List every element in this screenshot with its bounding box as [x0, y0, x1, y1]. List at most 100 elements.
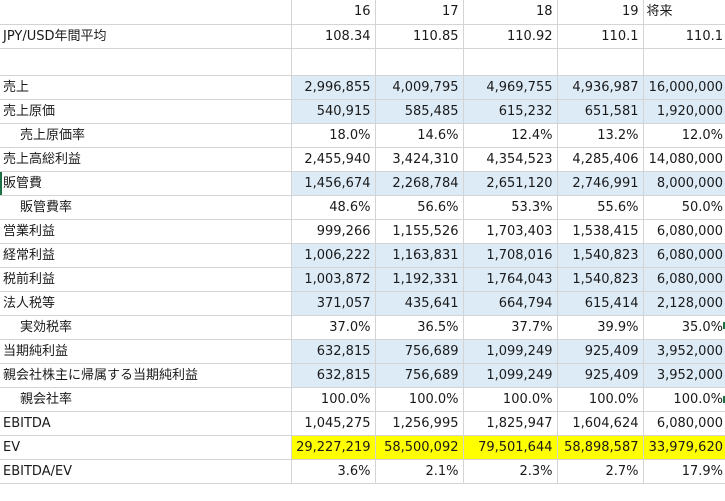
row-label[interactable]: 実効税率 [0, 315, 292, 340]
cell-18[interactable]: 4,354,523 [463, 147, 558, 172]
cell-18[interactable]: 37.7% [463, 315, 558, 340]
cell-future[interactable]: 3,952,000 [643, 339, 725, 364]
cell-future[interactable]: 8,000,000 [643, 171, 725, 196]
cell-17[interactable]: 56.6% [375, 195, 464, 220]
cell-17[interactable]: 2.1% [375, 459, 464, 484]
cell-18[interactable]: 2,651,120 [463, 171, 558, 196]
cell-future[interactable]: 6,080,000 [643, 267, 725, 292]
cell-19[interactable]: 55.6% [557, 195, 644, 220]
cell-16[interactable]: 18.0% [291, 123, 376, 148]
cell-18[interactable]: 1,825,947 [463, 411, 558, 436]
cell-17[interactable]: 585,485 [375, 99, 464, 124]
cell-18[interactable]: 4,969,755 [463, 75, 558, 100]
cell-19[interactable]: 4,285,406 [557, 147, 644, 172]
cell-18[interactable]: 615,232 [463, 99, 558, 124]
cell-future[interactable]: 16,000,000 [643, 75, 725, 100]
row-label[interactable]: 販管費 [0, 171, 292, 196]
cell-18[interactable]: 1,703,403 [463, 219, 558, 244]
cell-16[interactable]: 999,266 [291, 219, 376, 244]
cell-17[interactable] [375, 48, 464, 76]
row-label[interactable]: 販管費率 [0, 195, 292, 220]
cell-19[interactable]: 1,540,823 [557, 243, 644, 268]
row-label[interactable]: 法人税等 [0, 291, 292, 316]
header-year-16[interactable]: 16 [291, 0, 376, 25]
cell-19[interactable]: 4,936,987 [557, 75, 644, 100]
cell-18[interactable]: 1,099,249 [463, 363, 558, 388]
cell-16[interactable]: 29,227,219 [291, 435, 376, 460]
cell-16[interactable]: 371,057 [291, 291, 376, 316]
cell-19[interactable]: 100.0% [557, 387, 644, 412]
row-label[interactable]: JPY/USD年間平均 [0, 24, 292, 49]
cell-17[interactable]: 58,500,092 [375, 435, 464, 460]
row-label[interactable]: 経常利益 [0, 243, 292, 268]
cell-18[interactable]: 2.3% [463, 459, 558, 484]
cell-18[interactable]: 664,794 [463, 291, 558, 316]
cell-future[interactable]: 35.0% [643, 315, 725, 340]
cell-future[interactable]: 110.1 [643, 24, 725, 49]
cell-18[interactable]: 110.92 [463, 24, 558, 49]
cell-future[interactable]: 3,952,000 [643, 363, 725, 388]
cell-18[interactable]: 79,501,644 [463, 435, 558, 460]
cell-17[interactable]: 1,163,831 [375, 243, 464, 268]
cell-18[interactable]: 100.0% [463, 387, 558, 412]
cell-16[interactable]: 100.0% [291, 387, 376, 412]
cell-17[interactable]: 14.6% [375, 123, 464, 148]
cell-18[interactable]: 1,708,016 [463, 243, 558, 268]
header-year-17[interactable]: 17 [375, 0, 464, 25]
cell-17[interactable]: 1,256,995 [375, 411, 464, 436]
header-year-19[interactable]: 19 [557, 0, 644, 25]
cell-18[interactable]: 1,099,249 [463, 339, 558, 364]
cell-19[interactable]: 615,414 [557, 291, 644, 316]
cell-19[interactable]: 39.9% [557, 315, 644, 340]
cell-16[interactable]: 632,815 [291, 363, 376, 388]
cell-17[interactable]: 756,689 [375, 339, 464, 364]
cell-future[interactable] [643, 48, 725, 76]
row-label[interactable]: 売上 [0, 75, 292, 100]
header-label-cell[interactable] [0, 0, 292, 25]
row-label[interactable]: 親会社株主に帰属する当期純利益 [0, 363, 292, 388]
cell-16[interactable]: 108.34 [291, 24, 376, 49]
cell-16[interactable] [291, 48, 376, 76]
cell-19[interactable]: 2.7% [557, 459, 644, 484]
header-future[interactable]: 将来 [643, 0, 725, 25]
cell-16[interactable]: 1,006,222 [291, 243, 376, 268]
cell-17[interactable]: 1,155,526 [375, 219, 464, 244]
cell-16[interactable]: 1,003,872 [291, 267, 376, 292]
cell-19[interactable] [557, 48, 644, 76]
cell-19[interactable]: 13.2% [557, 123, 644, 148]
row-label[interactable]: EBITDA/EV [0, 459, 292, 484]
cell-17[interactable]: 2,268,784 [375, 171, 464, 196]
cell-19[interactable]: 2,746,991 [557, 171, 644, 196]
row-label[interactable]: 売上原価 [0, 99, 292, 124]
cell-17[interactable]: 100.0% [375, 387, 464, 412]
cell-future[interactable]: 6,080,000 [643, 411, 725, 436]
cell-future[interactable]: 17.9% [643, 459, 725, 484]
cell-19[interactable]: 110.1 [557, 24, 644, 49]
cell-16[interactable]: 540,915 [291, 99, 376, 124]
cell-18[interactable]: 1,764,043 [463, 267, 558, 292]
cell-future[interactable]: 2,128,000 [643, 291, 725, 316]
cell-future[interactable]: 1,920,000 [643, 99, 725, 124]
cell-19[interactable]: 925,409 [557, 339, 644, 364]
cell-future[interactable]: 12.0% [643, 123, 725, 148]
cell-16[interactable]: 2,455,940 [291, 147, 376, 172]
cell-19[interactable]: 58,898,587 [557, 435, 644, 460]
row-label[interactable]: 当期純利益 [0, 339, 292, 364]
row-label[interactable]: 親会社率 [0, 387, 292, 412]
cell-16[interactable]: 2,996,855 [291, 75, 376, 100]
cell-16[interactable]: 37.0% [291, 315, 376, 340]
cell-17[interactable]: 435,641 [375, 291, 464, 316]
cell-17[interactable]: 756,689 [375, 363, 464, 388]
row-label[interactable]: 売上高総利益 [0, 147, 292, 172]
cell-future[interactable]: 14,080,000 [643, 147, 725, 172]
cell-16[interactable]: 1,045,275 [291, 411, 376, 436]
cell-18[interactable]: 53.3% [463, 195, 558, 220]
cell-17[interactable]: 4,009,795 [375, 75, 464, 100]
cell-19[interactable]: 1,604,624 [557, 411, 644, 436]
cell-future[interactable]: 100.0% [643, 387, 725, 412]
cell-19[interactable]: 1,538,415 [557, 219, 644, 244]
header-year-18[interactable]: 18 [463, 0, 558, 25]
cell-16[interactable]: 1,456,674 [291, 171, 376, 196]
cell-future[interactable]: 50.0% [643, 195, 725, 220]
cell-17[interactable]: 3,424,310 [375, 147, 464, 172]
